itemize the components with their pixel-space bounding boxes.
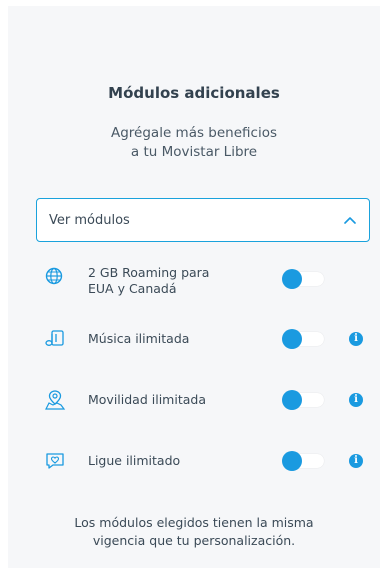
toggle-knob bbox=[282, 269, 302, 289]
module-label-line-1: 2 GB Roaming para bbox=[88, 265, 210, 280]
subtitle-line-2: a tu Movistar Libre bbox=[130, 144, 258, 160]
modules-dropdown-label: Ver módulos bbox=[49, 212, 130, 228]
page-title: Módulos adicionales bbox=[108, 84, 280, 102]
toggle-knob bbox=[282, 329, 302, 349]
toggle-musica[interactable] bbox=[282, 329, 324, 349]
info-icon[interactable]: i bbox=[349, 332, 363, 346]
module-row-movilidad: Movilidad ilimitada i bbox=[44, 389, 374, 429]
subtitle-line-1: Agrégale más beneficios bbox=[110, 125, 277, 141]
info-icon[interactable]: i bbox=[349, 454, 363, 468]
footer-line-2: vigencia que tu personalización. bbox=[92, 533, 296, 548]
toggle-roaming[interactable] bbox=[282, 269, 324, 289]
module-label-line-2: EUA y Canadá bbox=[88, 281, 177, 296]
page-subtitle: Agrégale más beneficios a tu Movistar Li… bbox=[8, 124, 380, 162]
map-location-icon bbox=[44, 389, 66, 411]
module-label-roaming: 2 GB Roaming para EUA y Canadá bbox=[88, 265, 209, 297]
chat-heart-icon bbox=[44, 450, 66, 472]
module-row-roaming: 2 GB Roaming para EUA y Canadá bbox=[44, 264, 374, 304]
module-label-movilidad: Movilidad ilimitada bbox=[88, 392, 206, 407]
toggle-ligue[interactable] bbox=[282, 451, 324, 471]
modules-card: Módulos adicionales Agrégale más benefic… bbox=[8, 6, 380, 568]
module-row-ligue: Ligue ilimitado i bbox=[44, 450, 374, 490]
footer-line-1: Los módulos elegidos tienen la misma bbox=[74, 515, 314, 530]
modules-dropdown[interactable]: Ver módulos bbox=[36, 198, 370, 242]
globe-icon bbox=[44, 266, 66, 288]
chevron-up-icon bbox=[343, 213, 357, 227]
module-label-ligue: Ligue ilimitado bbox=[88, 453, 181, 468]
music-note-icon bbox=[44, 328, 66, 350]
footer-note: Los módulos elegidos tienen la misma vig… bbox=[8, 514, 380, 550]
toggle-knob bbox=[282, 390, 302, 410]
toggle-knob bbox=[282, 451, 302, 471]
module-row-musica: Música ilimitada i bbox=[44, 328, 374, 368]
toggle-movilidad[interactable] bbox=[282, 390, 324, 410]
info-icon[interactable]: i bbox=[349, 393, 363, 407]
module-label-musica: Música ilimitada bbox=[88, 331, 190, 346]
